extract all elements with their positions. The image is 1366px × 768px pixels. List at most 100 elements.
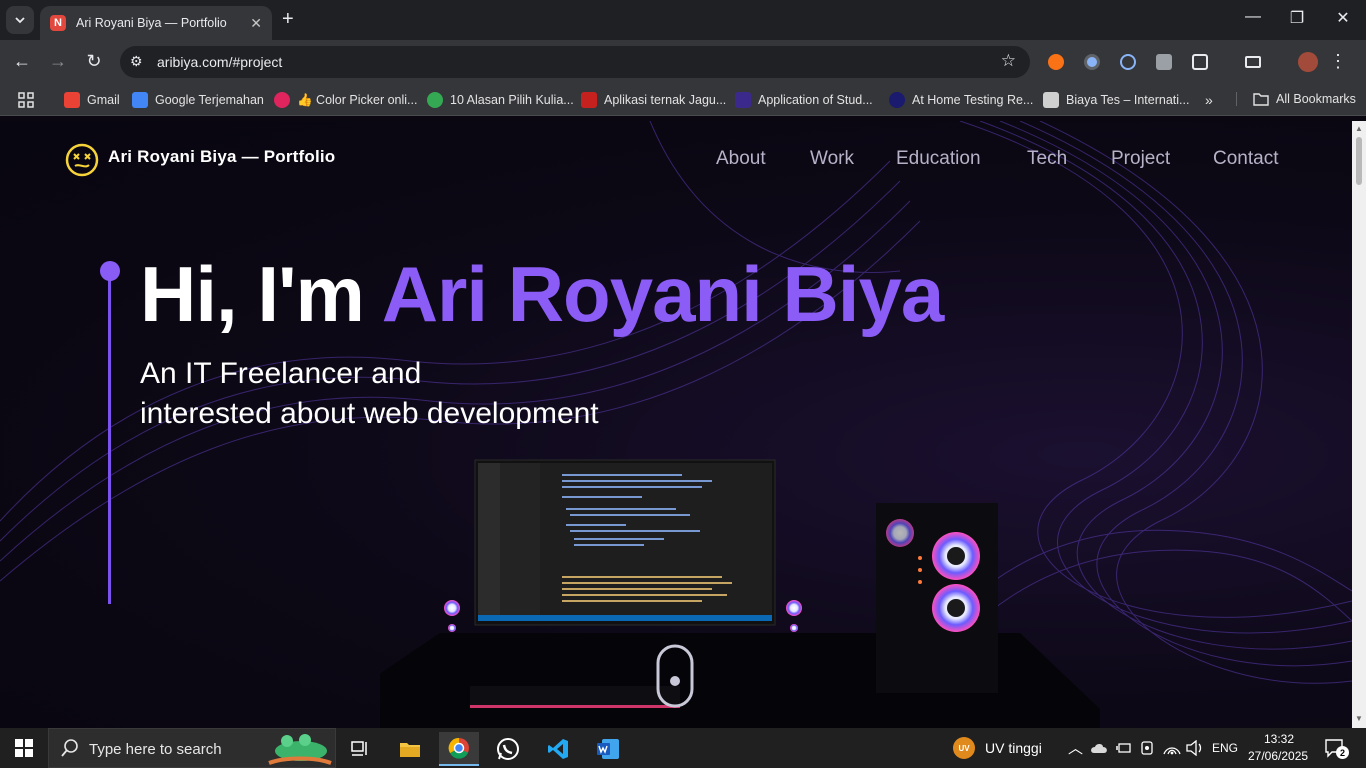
nav-link-project[interactable]: Project bbox=[1111, 148, 1170, 170]
chrome-icon bbox=[427, 92, 443, 108]
bookmark-gmail[interactable]: Gmail bbox=[64, 92, 120, 108]
clock-time[interactable]: 13:32 bbox=[1264, 732, 1294, 746]
minimize-button[interactable]: — bbox=[1230, 8, 1276, 26]
dizzy-face-logo-icon[interactable] bbox=[65, 143, 99, 177]
frog-illustration-icon bbox=[268, 734, 332, 765]
reload-button[interactable]: ↻ bbox=[82, 51, 106, 72]
cast-icon[interactable] bbox=[1245, 56, 1261, 68]
camera-extension-icon[interactable] bbox=[1156, 54, 1172, 70]
bookmarks-bar: Gmail Google Terjemahan 👍 Color Picker o… bbox=[0, 84, 1366, 116]
tab-strip: N Ari Royani Biya — Portfolio ✕ + — ❐ ✕ bbox=[0, 0, 1366, 40]
bookmark-label: 👍 Color Picker onli... bbox=[297, 92, 418, 107]
word-icon[interactable] bbox=[588, 732, 628, 766]
windows-start-icon[interactable] bbox=[15, 739, 33, 757]
extensions-puzzle-icon[interactable] bbox=[1192, 54, 1208, 70]
wifi-icon[interactable] bbox=[1163, 741, 1181, 755]
hero-name: Ari Royani Biya bbox=[381, 250, 945, 338]
bookmark-label: 10 Alasan Pilih Kulia... bbox=[450, 93, 574, 107]
scrollbar-thumb[interactable] bbox=[1356, 137, 1362, 185]
nav-link-education[interactable]: Education bbox=[896, 148, 981, 170]
folder-icon bbox=[1253, 93, 1269, 106]
tab-close-icon[interactable]: ✕ bbox=[250, 15, 262, 32]
notification-count-badge: 2 bbox=[1336, 746, 1349, 759]
hero-subtitle-line2: interested about web development bbox=[140, 397, 599, 430]
tray-chevron-up-icon[interactable]: ︿ bbox=[1068, 737, 1083, 758]
scroll-down-arrow-icon[interactable]: ▼ bbox=[1355, 714, 1363, 723]
menu-kebab-icon[interactable]: ⋮ bbox=[1326, 51, 1350, 72]
new-tab-button[interactable]: + bbox=[282, 8, 294, 31]
tab-title: Ari Royani Biya — Portfolio bbox=[76, 16, 227, 30]
network-adapter-icon[interactable] bbox=[1116, 741, 1132, 755]
tab-favicon: N bbox=[50, 15, 66, 31]
close-window-button[interactable]: ✕ bbox=[1320, 8, 1366, 28]
m-logo-icon bbox=[581, 92, 597, 108]
color-picker-icon bbox=[274, 92, 290, 108]
bookmark-label: Aplikasi ternak Jagu... bbox=[604, 93, 727, 107]
bookmark-10-alasan[interactable]: 10 Alasan Pilih Kulia... bbox=[427, 92, 574, 108]
nav-link-about[interactable]: About bbox=[716, 148, 766, 170]
search-placeholder: Type here to search bbox=[89, 741, 222, 758]
weather-text[interactable]: UV tinggi bbox=[985, 740, 1042, 756]
whatsapp-icon[interactable] bbox=[488, 732, 528, 766]
windows-taskbar: Type here to search UV UV tinggi ︿ ENG 1… bbox=[0, 728, 1366, 768]
bookmark-label: Gmail bbox=[87, 93, 120, 107]
bookmark-application-of-stud[interactable]: Application of Stud... bbox=[735, 92, 873, 108]
profile-avatar[interactable] bbox=[1298, 52, 1318, 72]
taskbar-search-box[interactable]: Type here to search bbox=[48, 728, 336, 768]
browser-toolbar: ← → ↻ ⚙ aribiya.com/#project ☆ ⋮ bbox=[0, 40, 1366, 84]
bookmark-label: Application of Stud... bbox=[758, 93, 873, 107]
hero-timeline-dot bbox=[100, 261, 120, 281]
extension-icon-2[interactable] bbox=[1084, 54, 1100, 70]
uv-weather-icon[interactable]: UV bbox=[953, 737, 975, 759]
address-bar[interactable]: ⚙ aribiya.com/#project ☆ bbox=[120, 46, 1030, 78]
ets-icon bbox=[889, 92, 905, 108]
extension-icon-1[interactable] bbox=[1048, 54, 1064, 70]
chrome-taskbar-icon[interactable] bbox=[439, 732, 479, 766]
search-icon bbox=[61, 739, 78, 757]
nav-link-tech[interactable]: Tech bbox=[1027, 148, 1067, 170]
gmail-icon bbox=[64, 92, 80, 108]
page-scrollbar[interactable]: ▲ ▼ bbox=[1352, 121, 1366, 728]
meet-now-icon[interactable] bbox=[1140, 740, 1156, 756]
react-extension-icon[interactable] bbox=[1120, 54, 1136, 70]
site-info-icon[interactable]: ⚙ bbox=[130, 53, 143, 70]
file-explorer-icon[interactable] bbox=[390, 732, 430, 766]
ntu-icon bbox=[735, 92, 751, 108]
bookmark-label: Google Terjemahan bbox=[155, 93, 264, 107]
onedrive-cloud-icon[interactable] bbox=[1090, 742, 1108, 754]
hero-greeting: Hi, I'm bbox=[140, 250, 382, 338]
back-button[interactable]: ← bbox=[10, 51, 34, 72]
url-text[interactable]: aribiya.com/#project bbox=[157, 54, 282, 70]
bookmark-star-icon[interactable]: ☆ bbox=[1001, 51, 1016, 71]
bookmarks-overflow-icon[interactable]: » bbox=[1205, 92, 1213, 108]
bookmark-google-translate[interactable]: Google Terjemahan bbox=[132, 92, 264, 108]
scroll-up-arrow-icon[interactable]: ▲ bbox=[1355, 124, 1363, 133]
nav-link-work[interactable]: Work bbox=[810, 148, 854, 170]
chevron-down-icon bbox=[15, 17, 25, 24]
volume-icon[interactable] bbox=[1186, 740, 1204, 756]
bookmark-biaya-tes[interactable]: Biaya Tes – Internati... bbox=[1043, 92, 1189, 108]
apps-grid-icon[interactable] bbox=[18, 92, 34, 108]
forward-button[interactable]: → bbox=[46, 51, 70, 72]
browser-tab[interactable]: N Ari Royani Biya — Portfolio ✕ bbox=[40, 6, 272, 40]
all-bookmarks-label: All Bookmarks bbox=[1276, 92, 1356, 106]
bookmark-aplikasi-ternak[interactable]: Aplikasi ternak Jagu... bbox=[581, 92, 726, 108]
hero-timeline-line bbox=[108, 269, 111, 604]
bookmark-label: Biaya Tes – Internati... bbox=[1066, 93, 1190, 107]
hero-subtitle-line1: An IT Freelancer and bbox=[140, 357, 422, 390]
translate-icon bbox=[132, 92, 148, 108]
all-bookmarks-button[interactable]: All Bookmarks bbox=[1236, 92, 1356, 106]
bookmark-label: At Home Testing Re... bbox=[912, 93, 1034, 107]
vscode-icon[interactable] bbox=[538, 732, 578, 766]
desk-setup-illustration bbox=[380, 459, 1100, 728]
site-brand[interactable]: Ari Royani Biya — Portfolio bbox=[108, 147, 335, 167]
clock-date[interactable]: 27/06/2025 bbox=[1248, 749, 1308, 763]
task-view-icon[interactable] bbox=[340, 732, 380, 766]
bookmark-at-home-testing[interactable]: At Home Testing Re... bbox=[889, 92, 1033, 108]
hero-title: Hi, I'm Ari Royani Biya bbox=[140, 249, 945, 340]
restore-button[interactable]: ❐ bbox=[1274, 8, 1320, 28]
nav-link-contact[interactable]: Contact bbox=[1213, 148, 1278, 170]
tab-search-button[interactable] bbox=[6, 6, 34, 34]
bookmark-color-picker[interactable]: 👍 Color Picker onli... bbox=[274, 92, 417, 108]
language-indicator[interactable]: ENG bbox=[1212, 741, 1238, 755]
